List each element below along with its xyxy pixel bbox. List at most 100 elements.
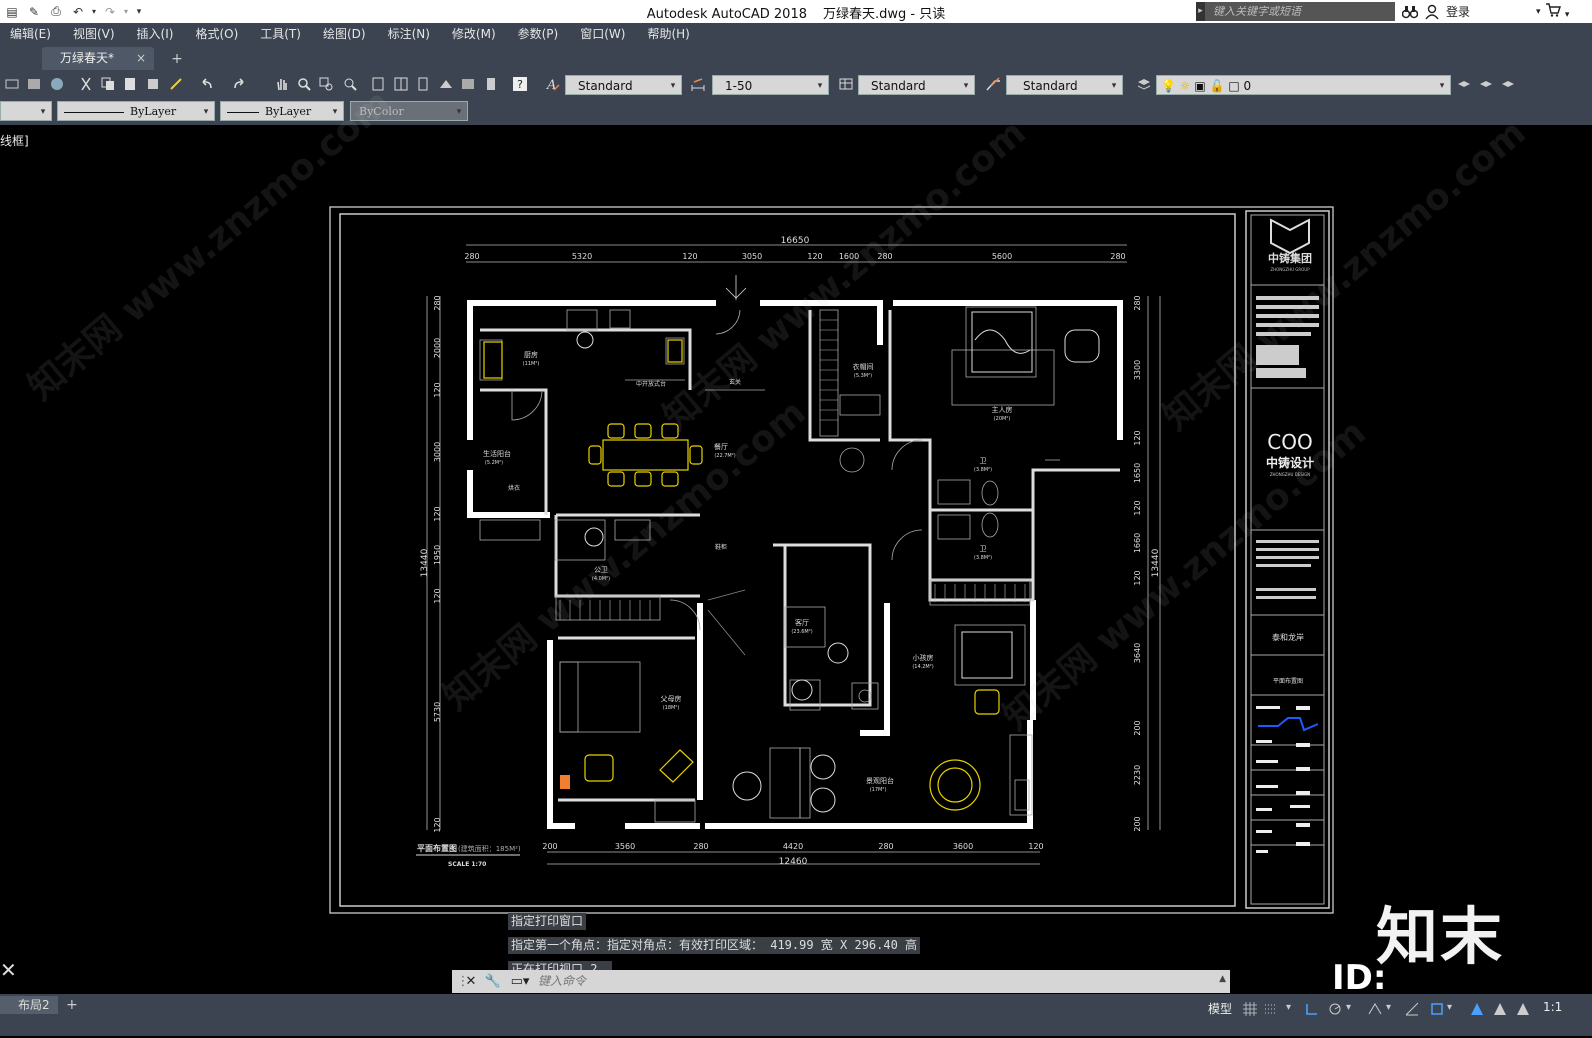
dim-left: 280 [433,295,442,310]
room-name: 主人房 [992,405,1013,414]
plot-preview-icon[interactable] [4,76,20,92]
mleader-style-icon[interactable] [985,76,1001,92]
bulb-icon[interactable]: 💡 [1161,79,1176,93]
dim-left: 120 [433,506,442,521]
sheet-set-icon[interactable] [438,76,454,92]
redo-toolbar-icon[interactable] [232,76,248,92]
markup-icon[interactable] [460,76,476,92]
room-name: 景观阳台 [866,776,894,785]
tool-palettes-icon[interactable] [415,76,431,92]
linetype-select[interactable]: ByLayer ▾ [57,101,215,121]
publish-icon[interactable] [26,76,42,92]
search-expand-icon[interactable]: ▸ [1196,2,1205,21]
undo-toolbar-icon[interactable] [198,76,214,92]
tab-document[interactable]: 万绿春天* × [42,47,154,70]
menu-window[interactable]: 窗口(W) [569,25,636,42]
zoom-window-icon[interactable] [318,76,334,92]
snap-icon[interactable] [1264,1002,1278,1016]
polar-dropdown-icon[interactable]: ▾ [1346,1002,1360,1016]
linetype-preview [64,111,124,113]
close-icon[interactable]: ✕ [462,973,480,990]
plan-note: 烘衣 [508,484,520,492]
plan-caption: 平面布置图 (建筑面积：185M²) SCALE 1:70 [416,843,521,868]
object-snap-dropdown-icon[interactable]: ▾ [1447,1002,1461,1016]
properties-toolbar: ▾ ByLayer ▾ ByLayer ▾ ByColor ▾ [0,100,1592,125]
recent-commands-icon[interactable]: ▭▾ [508,973,532,990]
dim-left-total: 13440 [420,548,430,577]
search-input[interactable]: 键入关键字或短语 [1205,2,1395,21]
grid-icon[interactable] [1243,1002,1257,1016]
paste-block-icon[interactable] [145,76,161,92]
lock-icon[interactable]: 🔓 [1210,79,1225,93]
help-icon[interactable]: ? [512,76,528,92]
menu-dimension[interactable]: 标注(N) [377,25,441,42]
menu-tools[interactable]: 工具(T) [249,25,312,42]
dim-style-icon[interactable] [690,76,706,92]
ortho-icon[interactable] [1305,1002,1319,1016]
tab-layout[interactable]: 布局2 [0,996,58,1014]
close-icon[interactable]: × [136,47,146,70]
login-label[interactable]: 登录 [1446,3,1470,20]
menu-help[interactable]: 帮助(H) [636,25,700,42]
cart-icon[interactable] [1545,3,1561,17]
object-snap-tracking-icon[interactable] [1405,1002,1419,1016]
cart-dropdown-icon[interactable]: ▾ [1565,10,1570,20]
dim-top-total: 16650 [781,236,810,246]
layer-properties-icon[interactable] [1136,76,1152,92]
annotation-visibility-icon[interactable] [1470,1002,1484,1016]
cart-area[interactable]: ▾ [1545,3,1585,20]
chevron-down-icon: ▾ [670,81,676,91]
object-snap-icon[interactable] [1430,1002,1444,1016]
design-center-icon[interactable] [393,76,409,92]
login-area[interactable]: 登录 ▾ [1402,2,1541,21]
web-icon[interactable] [49,76,65,92]
zoom-realtime-icon[interactable] [296,76,312,92]
cut-icon[interactable] [78,76,94,92]
annotation-scale-icon[interactable] [1516,1002,1530,1016]
dim-style-value: 1-50 [725,79,753,93]
text-style-icon[interactable]: A [544,76,560,92]
model-button[interactable]: 模型 [1208,1000,1232,1017]
copy-icon[interactable] [100,76,116,92]
auto-scale-icon[interactable] [1493,1002,1507,1016]
customize-icon[interactable]: 🔧 [484,973,502,990]
menu-view[interactable]: 视图(V) [62,25,126,42]
binoculars-icon[interactable] [1402,4,1418,20]
table-style-select[interactable]: Standard ▾ [858,75,975,95]
layer-state-icon[interactable] [1500,76,1516,92]
command-input[interactable]: 键入命令 [538,973,1198,990]
table-style-icon[interactable] [838,76,854,92]
menu-insert[interactable]: 插入(I) [126,25,185,42]
mleader-style-select[interactable]: Standard ▾ [1006,75,1123,95]
chevron-down-icon: ▾ [1111,81,1117,91]
caption-scale: SCALE 1:70 [448,861,486,868]
snap-dropdown-icon[interactable]: ▾ [1286,1002,1300,1016]
paste-icon[interactable] [122,76,138,92]
menu-draw[interactable]: 绘图(D) [312,25,377,42]
polar-icon[interactable] [1328,1002,1342,1016]
sun-icon[interactable]: ☼ [1180,79,1191,93]
new-tab-button[interactable]: + [168,50,186,68]
dim-bottom: 4420 [783,842,803,851]
color-select[interactable]: ▾ [0,101,52,121]
layer-previous-icon[interactable] [1478,76,1494,92]
menu-modify[interactable]: 修改(M) [441,25,507,42]
viewport-freeze-icon[interactable]: ▣ [1194,79,1205,93]
isodraft-icon[interactable] [1368,1002,1382,1016]
tab-document-label: 万绿春天* [60,51,115,65]
menu-parametric[interactable]: 参数(P) [507,25,570,42]
layer-select[interactable]: 💡 ☼ ▣ 🔓 □ 0 ▾ [1156,75,1451,95]
login-dropdown-icon[interactable]: ▾ [1536,7,1541,17]
scale-ratio[interactable]: 1:1 [1543,1000,1562,1014]
new-layout-button[interactable]: + [66,996,78,1014]
menu-format[interactable]: 格式(O) [184,25,249,42]
match-properties-icon[interactable] [168,76,184,92]
isodraft-dropdown-icon[interactable]: ▾ [1386,1002,1400,1016]
pan-icon[interactable] [274,76,290,92]
command-history-toggle-icon[interactable]: ▲ [1219,974,1226,984]
menu-edit[interactable]: 编辑(E) [0,25,62,42]
make-current-layer-icon[interactable] [1456,76,1472,92]
text-style-select[interactable]: Standard ▾ [565,75,682,95]
calculator-icon[interactable] [483,76,499,92]
dim-style-select[interactable]: 1-50 ▾ [712,75,829,95]
